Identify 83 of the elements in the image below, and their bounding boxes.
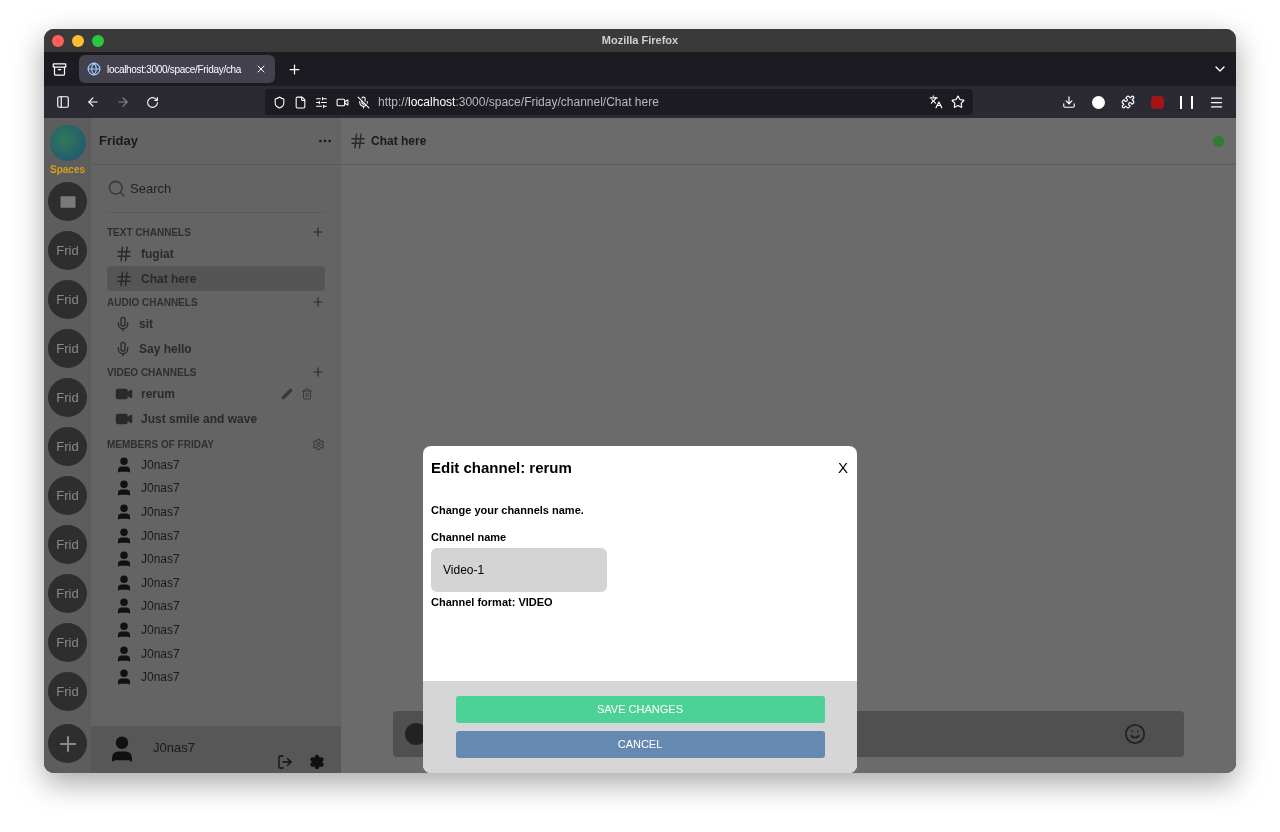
member-item[interactable]: J0nas7 xyxy=(107,500,325,524)
channel-item[interactable]: fugiat xyxy=(107,241,325,266)
reload-icon[interactable] xyxy=(146,95,159,109)
hash-icon xyxy=(115,269,133,288)
logout-icon[interactable] xyxy=(277,754,293,770)
member-item[interactable]: J0nas7 xyxy=(107,618,325,642)
person-icon xyxy=(115,503,133,521)
person-icon xyxy=(115,455,133,474)
url-text: http://localhost:3000/space/Friday/channel/Chat here xyxy=(378,94,660,111)
member-item[interactable]: J0nas7 xyxy=(107,641,325,666)
channel-title: Chat here xyxy=(371,133,428,150)
space-title: Friday xyxy=(99,132,138,151)
member-item[interactable]: J0nas7 xyxy=(107,523,325,548)
close-tab-icon[interactable] xyxy=(255,63,267,75)
minimize-window-icon[interactable] xyxy=(72,34,84,47)
tab-title: localhost:3000/space/Friday/cha xyxy=(107,62,243,77)
close-button[interactable]: X xyxy=(838,457,848,480)
person-icon xyxy=(115,526,133,545)
save-button[interactable]: SAVE CHANGES xyxy=(455,696,825,723)
bookmark-star-icon[interactable] xyxy=(951,95,965,109)
space-button[interactable]: Frid xyxy=(48,476,87,515)
dialog-description: Change your channels name. xyxy=(431,502,584,518)
address-bar[interactable]: http://localhost:3000/space/Friday/channel/Chat here xyxy=(265,89,973,115)
menu-icon[interactable] xyxy=(1209,94,1224,110)
messages-button[interactable] xyxy=(48,182,87,221)
sidebar-icon[interactable] xyxy=(56,95,70,109)
space-button[interactable]: Frid xyxy=(48,672,87,711)
hash-icon xyxy=(349,132,367,150)
translate-icon[interactable] xyxy=(929,95,943,109)
extensions-icon[interactable] xyxy=(1121,95,1135,109)
space-button[interactable]: Frid xyxy=(48,525,87,564)
tab-overview-icon[interactable] xyxy=(52,61,67,77)
person-icon xyxy=(115,573,133,592)
person-icon xyxy=(115,597,133,616)
browser-tab[interactable]: localhost:3000/space/Friday/cha xyxy=(79,55,275,83)
user-name: J0nas7 xyxy=(153,739,196,757)
member-item[interactable]: J0nas7 xyxy=(107,570,325,595)
search-icon xyxy=(107,179,126,198)
member-item[interactable]: J0nas7 xyxy=(107,453,325,477)
person-icon xyxy=(115,550,133,569)
space-button[interactable]: Frid xyxy=(48,280,87,319)
person-icon xyxy=(115,644,133,663)
member-item[interactable]: J0nas7 xyxy=(107,594,325,619)
space-button[interactable]: Frid xyxy=(48,329,87,368)
dialog-title: Edit channel: rerum xyxy=(431,458,572,478)
permissions-icon xyxy=(315,95,328,109)
download-icon[interactable] xyxy=(1062,95,1076,109)
microphone-icon xyxy=(115,340,131,357)
site-icon xyxy=(87,62,101,76)
channel-item[interactable]: sit xyxy=(107,311,325,336)
field-label: Channel name xyxy=(431,530,507,545)
space-button[interactable]: Frid xyxy=(48,574,87,613)
microphone-off-icon xyxy=(357,95,370,109)
window-title: Mozilla Firefox xyxy=(601,33,679,49)
channel-name-field[interactable]: Video-1 xyxy=(431,547,607,592)
person-icon xyxy=(115,479,133,498)
hash-icon xyxy=(115,244,133,263)
space-button[interactable]: Frid xyxy=(48,623,87,662)
profile-icon[interactable] xyxy=(1092,95,1105,109)
page-icon xyxy=(294,95,307,109)
space-button[interactable]: Frid xyxy=(48,427,87,466)
person-icon xyxy=(115,620,133,639)
spaces-label: Spaces xyxy=(50,163,85,177)
settings-icon[interactable] xyxy=(309,754,325,770)
space-button[interactable]: Frid xyxy=(48,378,87,417)
microphone-icon xyxy=(115,315,131,332)
channel-item[interactable]: Say hello xyxy=(107,336,325,361)
add-space-button[interactable] xyxy=(48,724,87,763)
forward-icon[interactable] xyxy=(116,95,130,109)
maximize-window-icon[interactable] xyxy=(92,34,104,47)
cancel-button[interactable]: CANCEL xyxy=(455,731,825,758)
member-item[interactable]: J0nas7 xyxy=(107,547,325,571)
new-tab-icon[interactable] xyxy=(287,61,302,77)
back-icon[interactable] xyxy=(86,95,100,109)
channel-format-text: Channel format: VIDEO xyxy=(431,594,553,610)
search-field[interactable]: Search xyxy=(130,178,280,199)
space-button[interactable]: Frid xyxy=(48,231,87,270)
shield-icon xyxy=(273,95,286,109)
channel-item[interactable]: Just smile and wave xyxy=(107,406,325,431)
person-icon xyxy=(115,668,133,687)
member-item[interactable]: J0nas7 xyxy=(107,665,325,689)
close-window-icon[interactable] xyxy=(52,34,64,47)
member-item[interactable]: J0nas7 xyxy=(107,476,325,501)
